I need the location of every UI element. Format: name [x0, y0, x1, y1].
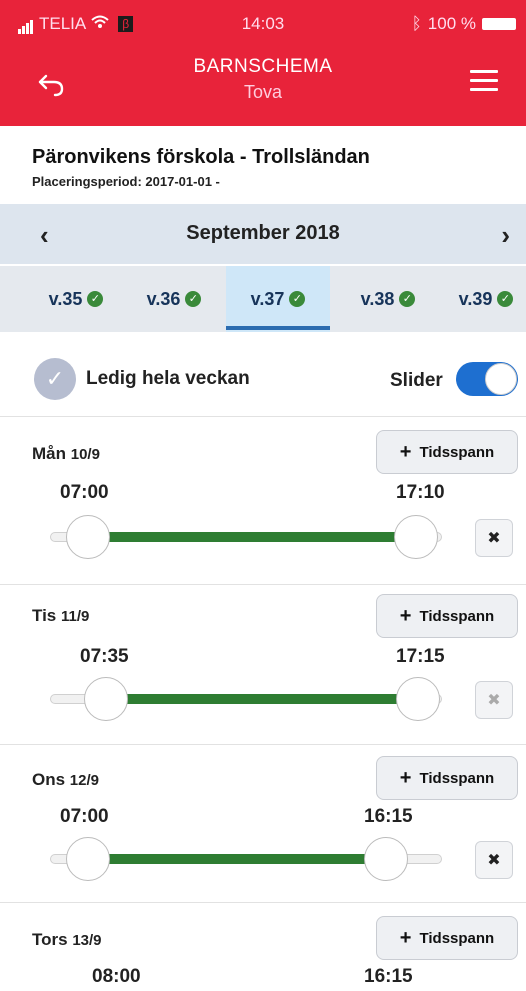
week-label: v.39 — [458, 288, 493, 309]
check-icon: ✓ — [399, 291, 416, 307]
week-label: v.35 — [48, 288, 83, 309]
week-tabs: v.35 ✓ v.36 ✓ v.37 ✓ v.38 ✓ v.39 ✓ — [0, 266, 526, 332]
plus-icon: + — [399, 766, 412, 789]
divider — [0, 902, 526, 903]
start-time: 08:00 — [92, 966, 141, 987]
child-name: Tova — [243, 82, 283, 102]
page-title: BARNSCHEMA — [193, 56, 333, 77]
week-tab[interactable]: v.38 ✓ — [348, 266, 428, 332]
plus-icon: + — [399, 440, 412, 463]
time-range-fill — [104, 854, 370, 864]
plus-icon: + — [399, 604, 412, 627]
plus-icon: + — [399, 926, 412, 949]
end-time: 17:10 — [396, 482, 445, 503]
divider — [0, 744, 526, 745]
remove-timespan-button[interactable]: ✖ — [475, 841, 513, 879]
add-timespan-button[interactable]: + Tidsspann — [376, 916, 518, 960]
add-timespan-button[interactable]: + Tidsspann — [376, 756, 518, 800]
start-handle[interactable] — [84, 677, 128, 721]
week-tab[interactable]: v.35 ✓ — [36, 266, 116, 332]
placement-period: Placeringsperiod: 2017-01-01 - — [32, 174, 220, 189]
app-header: TELIA β 14:03 ᛒ 100 % BARNSCHEMA Tova — [0, 0, 526, 126]
add-timespan-button[interactable]: + Tidsspann — [376, 594, 518, 638]
remove-timespan-button[interactable]: ✖ — [475, 519, 513, 557]
remove-timespan-button[interactable]: ✖ — [475, 681, 513, 719]
end-handle[interactable] — [364, 837, 408, 881]
start-time: 07:00 — [60, 806, 109, 827]
divider — [0, 416, 526, 417]
time-range-fill — [104, 532, 400, 542]
week-tab[interactable]: v.36 ✓ — [134, 266, 214, 332]
end-time: 17:15 — [396, 646, 445, 667]
month-label: September 2018 — [186, 222, 340, 244]
add-timespan-button[interactable]: + Tidsspann — [376, 430, 518, 474]
check-icon: ✓ — [497, 291, 514, 307]
slider-toggle-label: Slider — [390, 370, 443, 391]
day-label: Mån 10/9 — [32, 444, 100, 463]
time-range-fill — [124, 694, 400, 704]
battery-status: ᛒ 100 % — [412, 14, 516, 34]
ledig-checkbox-icon[interactable]: ✓ — [34, 358, 76, 400]
check-icon: ✓ — [289, 291, 306, 307]
end-handle[interactable] — [394, 515, 438, 559]
start-handle[interactable] — [66, 837, 110, 881]
check-icon: ✓ — [185, 291, 202, 307]
end-time: 16:15 — [364, 806, 413, 827]
toggle-knob — [485, 363, 517, 395]
check-icon: ✓ — [87, 291, 104, 307]
end-handle[interactable] — [396, 677, 440, 721]
day-label: Tis 11/9 — [32, 606, 90, 625]
ledig-label: Ledig hela veckan — [86, 368, 250, 389]
week-tab[interactable]: v.39 ✓ — [446, 266, 526, 332]
hamburger-menu-icon[interactable] — [470, 70, 498, 94]
bluetooth-icon: ᛒ — [411, 14, 422, 33]
week-label: v.38 — [360, 288, 395, 309]
battery-label: 100 % — [427, 14, 476, 33]
placement-name: Päronvikens förskola - Trollsländan — [32, 146, 370, 168]
start-handle[interactable] — [66, 515, 110, 559]
start-time: 07:00 — [60, 482, 109, 503]
day-label: Ons 12/9 — [32, 770, 99, 789]
slider-toggle[interactable] — [456, 362, 518, 396]
next-month-chevron-icon[interactable]: › — [501, 220, 510, 251]
battery-icon — [482, 18, 516, 30]
day-label: Tors 13/9 — [32, 930, 102, 949]
week-label: v.36 — [146, 288, 181, 309]
week-tab-selected[interactable]: v.37 ✓ — [226, 266, 330, 332]
status-bar: TELIA β 14:03 ᛒ 100 % — [0, 0, 526, 48]
end-time: 16:15 — [364, 966, 413, 987]
week-label: v.37 — [250, 288, 285, 309]
start-time: 07:35 — [80, 646, 129, 667]
divider — [0, 584, 526, 585]
month-navigator: ‹ September 2018 › — [0, 204, 526, 264]
